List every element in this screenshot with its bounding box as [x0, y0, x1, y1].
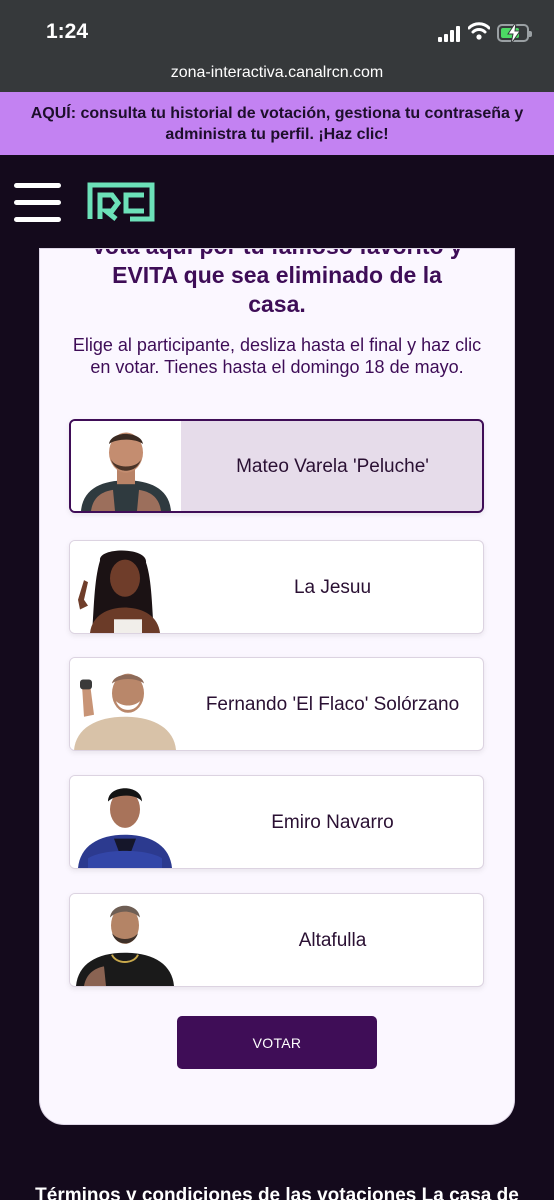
participant-name: Altafulla [298, 929, 367, 951]
participant-name: Fernando 'El Flaco' Solórzano [205, 693, 460, 715]
charging-bolt-icon [507, 22, 521, 44]
status-time: 1:24 [46, 20, 89, 43]
participant-option[interactable]: Altafulla [69, 893, 484, 987]
participant-option[interactable]: Mateo Varela 'Peluche' [69, 419, 484, 513]
participant-option[interactable]: La Jesuu [69, 540, 484, 634]
vote-heading: Vota aquí por tu famoso favorito y EVITA… [91, 249, 462, 317]
hamburger-menu-icon[interactable] [14, 183, 61, 223]
participant-photo [70, 894, 180, 986]
participant-name: Emiro Navarro [271, 811, 394, 833]
browser-url[interactable]: zona-interactiva.canalrcn.com [0, 62, 554, 92]
participant-name: Mateo Varela 'Peluche' [236, 455, 429, 477]
rcn-logo[interactable] [86, 181, 156, 223]
terms-link[interactable]: Términos y condiciones de las votaciones… [0, 1184, 554, 1200]
participant-photo [70, 776, 180, 868]
participant-photo [71, 421, 181, 511]
site-header [0, 155, 554, 250]
participant-option[interactable]: Emiro Navarro [69, 775, 484, 869]
vote-button[interactable]: VOTAR [177, 1016, 377, 1069]
wifi-icon [468, 22, 490, 40]
participant-photo [70, 658, 180, 750]
vote-card: Vota aquí por tu famoso favorito y EVITA… [40, 249, 514, 1124]
status-bar: 1:24 [0, 0, 554, 62]
participant-photo [70, 541, 180, 633]
signal-icon [438, 26, 462, 42]
vote-instructions: Elige al participante, desliza hasta el … [72, 335, 482, 377]
participant-option[interactable]: Fernando 'El Flaco' Solórzano [69, 657, 484, 751]
participant-name: La Jesuu [293, 576, 372, 598]
account-banner-link[interactable]: AQUÍ: consulta tu historial de votación,… [0, 92, 554, 155]
